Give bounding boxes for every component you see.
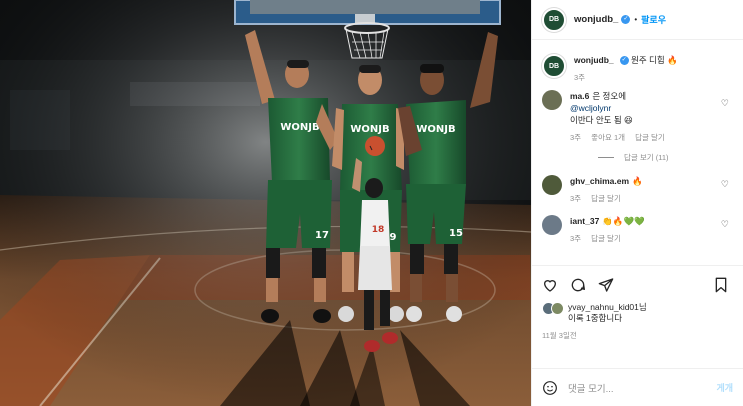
likes-summary[interactable]: yvay_nahnu_kid01님 이록 1중합니다 [542, 302, 733, 324]
emoji-icon[interactable] [542, 380, 558, 396]
comment-reply-button[interactable]: 답글 달기 [635, 133, 665, 142]
comment-item: ghv_chima.em 🔥 3주 답글 달기 ♡ [532, 165, 743, 205]
comment-likes[interactable]: 좋아요 1개 [591, 133, 625, 142]
view-replies-label: 답글 보기 (11) [624, 153, 669, 162]
svg-text:17: 17 [315, 230, 329, 241]
post-photo[interactable]: WONJB 17 WONJB 9 WONJB 15 18 [0, 0, 531, 406]
comment-reply-button[interactable]: 답글 달기 [591, 234, 621, 243]
comment-icon[interactable] [570, 277, 586, 293]
comment-reply-button[interactable]: 답글 달기 [591, 194, 621, 203]
comment-time: 3주 [570, 234, 582, 243]
comment-time: 3주 [570, 133, 582, 142]
avatar-text: DB [548, 16, 560, 23]
post-header: DB wonjudb_ ✓ • 팔로우 [532, 0, 743, 40]
comment-input[interactable]: 댓글 모기... [568, 381, 716, 395]
replies-line [598, 157, 614, 158]
comment-username[interactable]: iant_37 [570, 216, 599, 226]
post-side-panel: DB wonjudb_ ✓ • 팔로우 DB wonjudb_ ✓ 원주 디힘 🔥… [531, 0, 743, 406]
action-icons [542, 274, 733, 296]
caption-avatar[interactable]: DB [542, 54, 566, 78]
share-icon[interactable] [598, 277, 614, 293]
likes-text-line1: yvay_nahnu_kid01님 [568, 302, 647, 312]
comment-text: 👏🔥💚💚 [602, 216, 645, 226]
comment-text-2: 이반다 안도 됨 😆 [570, 115, 633, 125]
comment-mention[interactable]: @wcljolynr [570, 102, 733, 114]
add-comment-bar: 댓글 모기... 게개 [532, 368, 743, 406]
svg-text:15: 15 [449, 228, 463, 239]
svg-text:WONJB: WONJB [350, 124, 389, 135]
caption-verified-icon: ✓ [619, 56, 629, 66]
comment-item: ma.6 은 정오에 @wcljolynr 이반다 안도 됨 😆 3주 좋아요 1… [532, 84, 743, 144]
verified-badge-icon: ✓ [621, 15, 631, 24]
bookmark-icon[interactable] [713, 277, 729, 293]
caption-row: DB wonjudb_ ✓ 원주 디힘 🔥 3주 [532, 44, 743, 84]
comment-username[interactable]: ghv_chima.em [570, 176, 629, 186]
comment-text: 은 정오에 [592, 91, 627, 101]
account-avatar[interactable]: DB [542, 7, 566, 32]
caption-username[interactable]: wonjudb_ [574, 55, 614, 65]
comment-like-heart-icon[interactable]: ♡ [721, 98, 729, 109]
comments-list[interactable]: DB wonjudb_ ✓ 원주 디힘 🔥 3주 ma.6 은 정오에 @wcljo… [532, 44, 743, 262]
svg-text:9: 9 [390, 232, 397, 243]
svg-text:WONJB: WONJB [280, 122, 319, 133]
comment-time: 3주 [570, 194, 582, 203]
caption-time: 3주 [574, 73, 586, 82]
separator-dot: • [634, 15, 638, 24]
comment-item: iant_37 👏🔥💚💚 3주 답글 달기 ♡ [532, 205, 743, 245]
caption-avatar-text: DB [548, 62, 560, 70]
comment-like-heart-icon[interactable]: ♡ [721, 179, 729, 190]
post-comment-button[interactable]: 게개 [716, 381, 733, 394]
heart-icon[interactable] [542, 277, 558, 293]
view-replies-button[interactable]: 답글 보기 (11) [532, 144, 743, 165]
caption-text: 원주 디힘 🔥 [631, 55, 678, 65]
post-date: 11월 3일전 [542, 331, 577, 340]
svg-text:WONJB: WONJB [416, 124, 455, 135]
commenter-avatar[interactable] [542, 90, 562, 110]
comment-text: 🔥 [632, 176, 643, 186]
commenter-avatar[interactable] [542, 175, 562, 195]
account-username[interactable]: wonjudb_ [574, 14, 618, 25]
liker-avatars [542, 302, 568, 318]
photo-scene: WONJB 17 WONJB 9 WONJB 15 18 [0, 0, 531, 406]
commenter-avatar[interactable] [542, 215, 562, 235]
comment-like-heart-icon[interactable]: ♡ [721, 219, 729, 230]
liker-avatar [551, 302, 564, 315]
likes-text-line2: 이록 1중합니다 [568, 313, 623, 323]
follow-button[interactable]: 팔로우 [641, 13, 666, 26]
post-actions: yvay_nahnu_kid01님 이록 1중합니다 11월 3일전 [532, 265, 743, 341]
comment-username[interactable]: ma.6 [570, 91, 589, 101]
svg-text:18: 18 [372, 225, 385, 235]
